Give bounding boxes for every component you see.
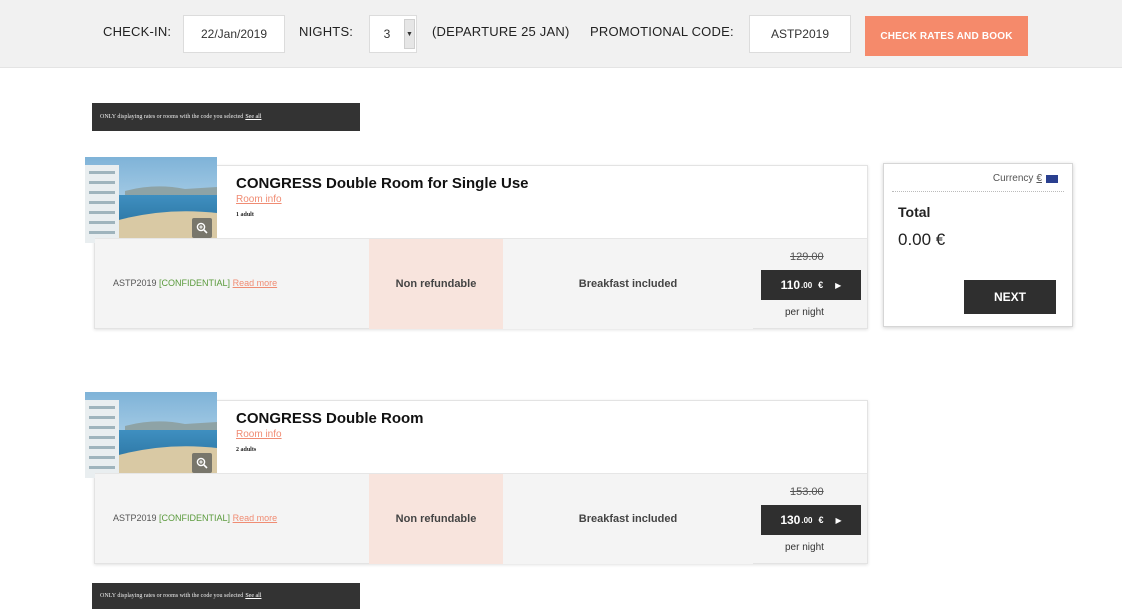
caret-right-icon: ▶ xyxy=(835,280,842,290)
room-title: CONGRESS Double Room for Single Use xyxy=(236,175,529,192)
checkin-label: CHECK-IN: xyxy=(103,24,172,39)
nights-label: NIGHTS: xyxy=(299,24,354,39)
occupancy-text: 1 adult xyxy=(236,212,254,218)
code-filter-notice: ONLY displaying rates or rooms with the … xyxy=(92,103,360,131)
price-currency: € xyxy=(818,515,824,525)
room-photo[interactable] xyxy=(85,157,217,243)
divider xyxy=(892,191,1064,192)
room-info-link[interactable]: Room info xyxy=(236,194,282,205)
check-rates-button[interactable]: CHECK RATES AND BOOK xyxy=(865,16,1028,56)
currency-symbol[interactable]: € xyxy=(1036,173,1042,184)
per-night-label: per night xyxy=(785,542,824,553)
promo-code-text: ASTP2019 xyxy=(113,278,157,288)
zoom-in-icon[interactable] xyxy=(192,218,212,238)
price-decimals: .00 xyxy=(801,515,813,525)
rate-code: ASTP2019 [CONFIDENTIAL] Read more xyxy=(113,278,277,288)
per-night-label: per night xyxy=(785,307,824,318)
next-button[interactable]: NEXT xyxy=(964,280,1056,314)
see-all-link[interactable]: See all xyxy=(245,593,261,599)
total-value: 0.00 € xyxy=(898,230,946,249)
currency-label: Currency xyxy=(992,173,1034,184)
notice-text: ONLY displaying rates or rooms with the … xyxy=(100,593,244,599)
flag-icon xyxy=(1046,174,1058,183)
code-filter-notice: ONLY displaying rates or rooms with the … xyxy=(92,583,360,609)
original-price: 153.00 xyxy=(790,486,824,498)
checkin-date-field[interactable]: 22/Jan/2019 xyxy=(183,15,285,53)
rate-row: ASTP2019 [CONFIDENTIAL] Read more Non re… xyxy=(95,473,867,564)
occupancy-text: 2 adults xyxy=(236,447,257,453)
zoom-in-icon[interactable] xyxy=(192,453,212,473)
cancellation-policy: Non refundable xyxy=(369,474,503,564)
select-rate-button[interactable]: 130.00 € ▶ xyxy=(761,505,861,535)
confidential-tag: [CONFIDENTIAL] xyxy=(159,513,231,523)
read-more-link[interactable]: Read more xyxy=(233,513,278,523)
room-card: CONGRESS Double Room for Single Use Room… xyxy=(85,157,868,329)
room-photo[interactable] xyxy=(85,392,217,478)
room-info-link[interactable]: Room info xyxy=(236,429,282,440)
booking-bar: CHECK-IN: 22/Jan/2019 NIGHTS: 3 ▼ (DEPAR… xyxy=(0,0,1122,68)
select-rate-button[interactable]: 110.00 € ▶ xyxy=(761,270,861,300)
board-type: Breakfast included xyxy=(503,474,753,564)
room-card: CONGRESS Double Room Room info 2 adults … xyxy=(85,392,868,564)
nights-select[interactable]: 3 ▼ xyxy=(369,15,417,53)
price-integer: 110 xyxy=(780,278,801,292)
caret-right-icon: ▶ xyxy=(835,515,842,525)
price-currency: € xyxy=(818,280,824,290)
price-integer: 130 xyxy=(780,513,801,527)
promo-code-text: ASTP2019 xyxy=(113,513,157,523)
notice-text: ONLY displaying rates or rooms with the … xyxy=(100,114,244,120)
cancellation-policy: Non refundable xyxy=(369,239,503,329)
original-price: 129.00 xyxy=(790,251,824,263)
chevron-down-icon[interactable]: ▼ xyxy=(404,19,415,49)
price-decimals: .00 xyxy=(801,280,813,290)
room-title: CONGRESS Double Room xyxy=(236,410,424,427)
rate-row: ASTP2019 [CONFIDENTIAL] Read more Non re… xyxy=(95,238,867,329)
confidential-tag: [CONFIDENTIAL] xyxy=(159,278,231,288)
currency-selector[interactable]: Currency € xyxy=(993,173,1058,184)
promo-code-label: PROMOTIONAL CODE: xyxy=(590,24,734,39)
read-more-link[interactable]: Read more xyxy=(233,278,278,288)
see-all-link[interactable]: See all xyxy=(245,114,261,120)
promo-code-field[interactable]: ASTP2019 xyxy=(749,15,851,53)
board-type: Breakfast included xyxy=(503,239,753,329)
nights-value: 3 xyxy=(383,27,391,41)
total-label: Total xyxy=(898,204,931,220)
booking-summary: Currency € Total 0.00 € NEXT xyxy=(883,163,1073,327)
rate-code: ASTP2019 [CONFIDENTIAL] Read more xyxy=(113,513,277,523)
departure-text: (DEPARTURE 25 JAN) xyxy=(432,24,570,39)
